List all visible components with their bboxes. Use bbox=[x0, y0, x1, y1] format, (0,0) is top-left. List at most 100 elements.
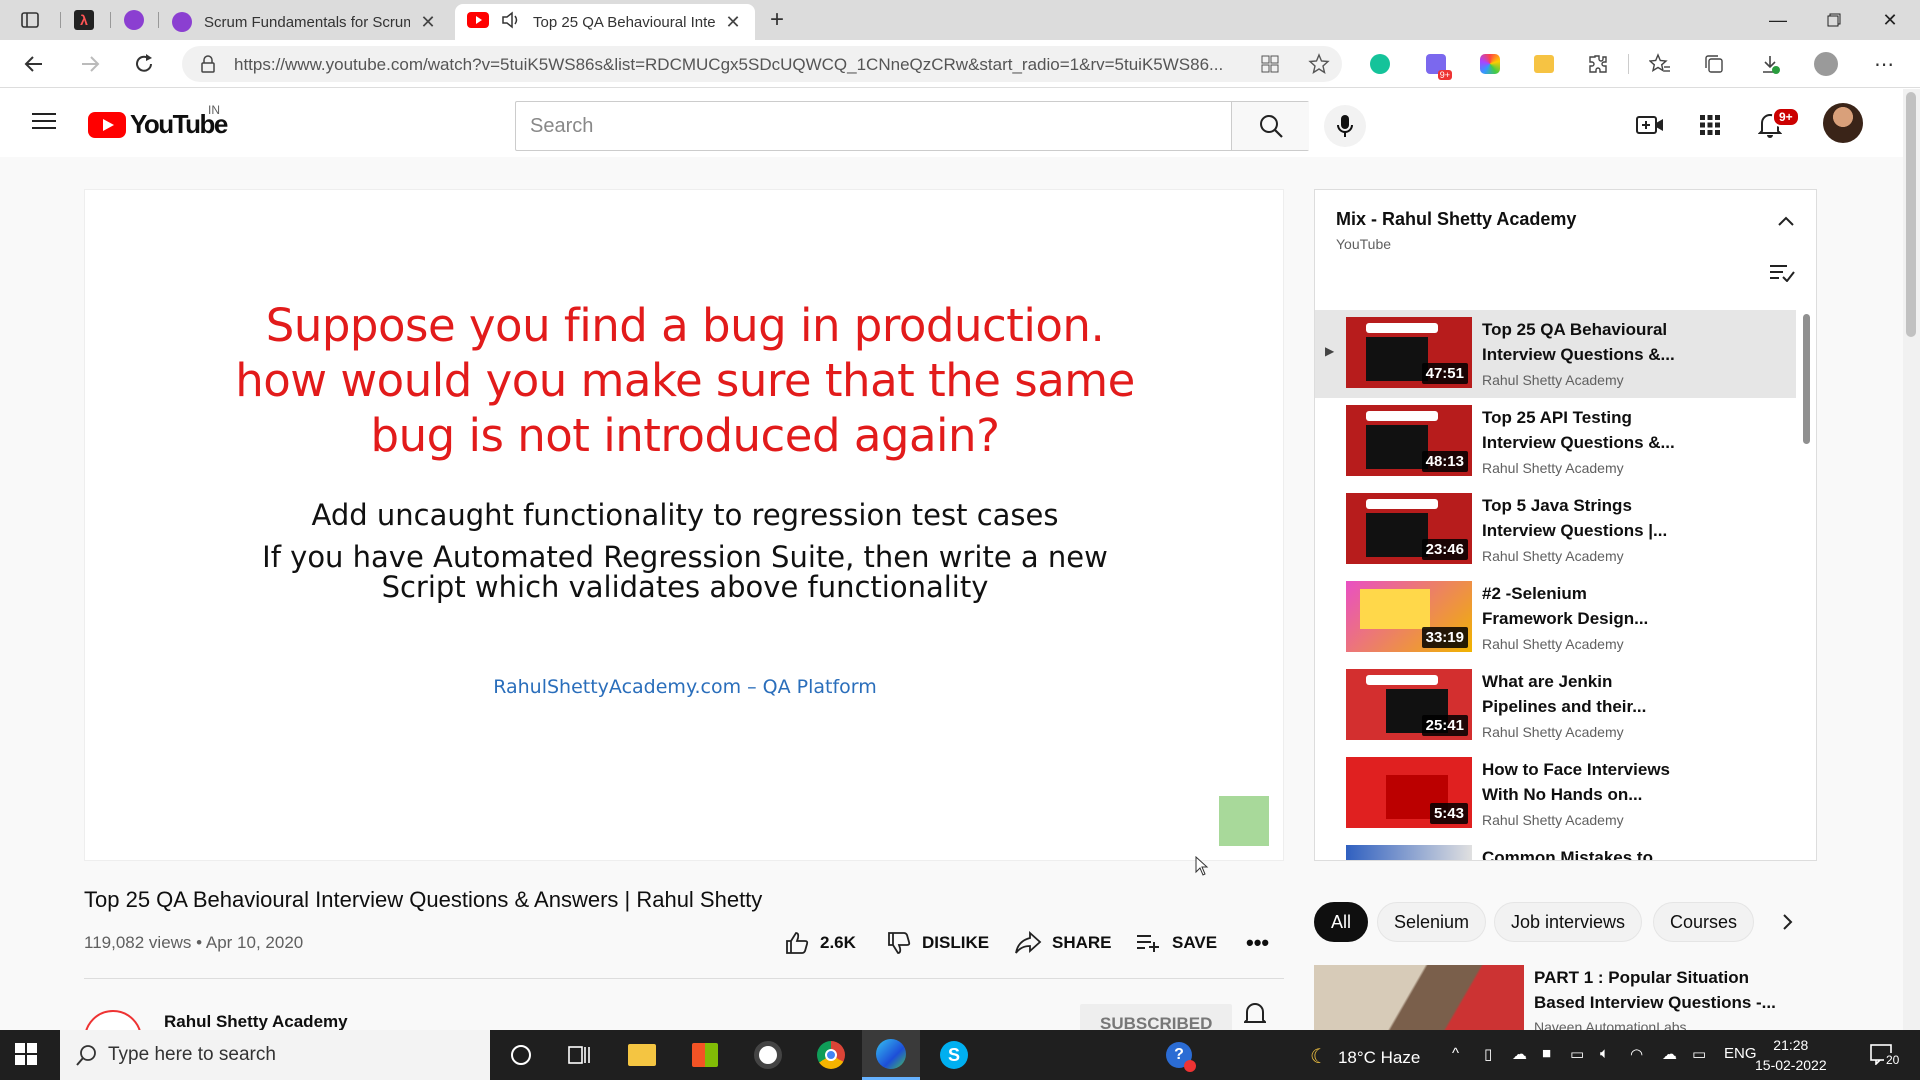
monitor-icon[interactable]: ▭ bbox=[1570, 1045, 1584, 1063]
video-title[interactable]: How to Face Interviews With No Hands on.… bbox=[1482, 757, 1682, 807]
color-picker-icon[interactable] bbox=[1478, 52, 1502, 76]
task-view-icon[interactable] bbox=[563, 1039, 595, 1071]
grammarly-icon[interactable] bbox=[1368, 52, 1392, 76]
account-avatar[interactable] bbox=[1823, 103, 1863, 143]
tab-youtube[interactable]: Top 25 QA Behavioural Inte ✕ bbox=[455, 4, 755, 40]
voice-search-button[interactable] bbox=[1324, 105, 1366, 147]
collections-icon[interactable] bbox=[1702, 52, 1726, 76]
file-explorer-icon[interactable] bbox=[626, 1039, 658, 1071]
video-thumbnail[interactable]: 48:13 bbox=[1346, 405, 1472, 476]
video-thumbnail[interactable]: 25:41 bbox=[1346, 669, 1472, 740]
video-thumbnail[interactable]: 5:43 bbox=[1346, 757, 1472, 828]
video-thumbnail[interactable] bbox=[1314, 965, 1524, 1030]
share-button[interactable]: SHARE bbox=[1014, 927, 1112, 959]
more-icon[interactable]: ⋯ bbox=[1872, 52, 1896, 76]
forward-button[interactable] bbox=[76, 50, 104, 78]
app-circle-icon[interactable] bbox=[752, 1039, 784, 1071]
playlist-title[interactable]: Mix - Rahul Shetty Academy bbox=[1336, 209, 1576, 230]
clock[interactable]: 21:28 15-02-2022 bbox=[1755, 1035, 1827, 1075]
downloads-icon[interactable] bbox=[1758, 52, 1782, 76]
video-player[interactable]: Suppose you find a bug in production. ho… bbox=[84, 189, 1284, 876]
youtube-logo[interactable]: YouTube IN bbox=[88, 103, 228, 140]
search-input[interactable] bbox=[516, 102, 1231, 150]
playlist-scrollbar[interactable] bbox=[1803, 314, 1810, 444]
channel-name[interactable]: Rahul Shetty Academy bbox=[164, 1012, 348, 1032]
chevron-right-icon[interactable] bbox=[1774, 908, 1802, 936]
video-title[interactable]: What are Jenkin Pipelines and their... bbox=[1482, 669, 1682, 719]
dislike-button[interactable]: DISLIKE bbox=[886, 927, 989, 959]
tab-actions-icon[interactable] bbox=[18, 8, 42, 32]
video-title[interactable]: PART 1 : Popular Situation Based Intervi… bbox=[1534, 965, 1794, 1015]
device-icon[interactable]: ▯ bbox=[1484, 1045, 1492, 1063]
battery-icon[interactable]: ▭ bbox=[1692, 1045, 1706, 1063]
recommended-video[interactable]: PART 1 : Popular Situation Based Intervi… bbox=[1314, 965, 1817, 1030]
video-thumbnail[interactable]: 33:19 bbox=[1346, 581, 1472, 652]
gift-icon[interactable]: ■ bbox=[1542, 1045, 1551, 1062]
language-indicator[interactable]: ENG bbox=[1724, 1045, 1757, 1062]
close-icon[interactable]: ✕ bbox=[418, 12, 438, 33]
onedrive-icon[interactable]: ☁ bbox=[1662, 1045, 1677, 1063]
chip-job-interviews[interactable]: Job interviews bbox=[1494, 902, 1643, 942]
taskbar-search[interactable]: Type here to search bbox=[60, 1030, 490, 1080]
refresh-button[interactable] bbox=[130, 50, 158, 78]
like-button[interactable]: 2.6K bbox=[784, 927, 856, 959]
playlist-item[interactable]: 5:43 How to Face Interviews With No Hand… bbox=[1315, 750, 1816, 838]
app-available-icon[interactable] bbox=[1260, 54, 1280, 79]
microsoft-store-icon[interactable] bbox=[689, 1039, 721, 1071]
video-title[interactable]: #2 -Selenium Framework Design... bbox=[1482, 581, 1682, 631]
favorites-icon[interactable] bbox=[1648, 52, 1672, 76]
video-thumbnail[interactable] bbox=[1346, 845, 1472, 860]
chrome-icon[interactable] bbox=[815, 1039, 847, 1071]
chip-courses[interactable]: Courses bbox=[1653, 902, 1755, 942]
pinned-tab-2[interactable] bbox=[122, 8, 146, 32]
speaker-icon[interactable]: 🔈︎ bbox=[1600, 1045, 1609, 1062]
playlist-item[interactable]: 33:19 #2 -Selenium Framework Design... R… bbox=[1315, 574, 1816, 662]
new-tab-button[interactable]: + bbox=[765, 6, 789, 33]
lock-icon[interactable] bbox=[200, 55, 216, 78]
more-actions-icon[interactable]: ••• bbox=[1246, 927, 1269, 959]
playlist-item[interactable]: 23:46 Top 5 Java Strings Interview Quest… bbox=[1315, 486, 1816, 574]
windows-start-icon[interactable] bbox=[14, 1042, 38, 1071]
close-icon[interactable]: ✕ bbox=[723, 12, 743, 33]
apps-button[interactable] bbox=[1696, 111, 1724, 139]
save-button[interactable]: SAVE bbox=[1136, 927, 1217, 959]
video-thumbnail[interactable]: 47:51 bbox=[1346, 317, 1472, 388]
bell-icon[interactable] bbox=[1242, 1002, 1268, 1031]
wifi-icon[interactable]: ◠ bbox=[1630, 1045, 1643, 1063]
subscribed-button[interactable]: SUBSCRIBED bbox=[1080, 1004, 1233, 1032]
video-thumbnail[interactable]: 23:46 bbox=[1346, 493, 1472, 564]
search-button[interactable] bbox=[1231, 102, 1309, 150]
notes-extension-icon[interactable] bbox=[1532, 52, 1556, 76]
chevron-up-icon[interactable] bbox=[1777, 214, 1795, 232]
playlist-item[interactable]: ▶ 47:51 Top 25 QA Behavioural Interview … bbox=[1315, 310, 1796, 398]
tab-scrum[interactable]: Scrum Fundamentals for Scrum M ✕ bbox=[160, 4, 450, 40]
pinned-tab-1[interactable]: λ bbox=[72, 8, 96, 32]
back-button[interactable] bbox=[20, 50, 48, 78]
maximize-button[interactable] bbox=[1812, 6, 1856, 34]
minimize-button[interactable]: — bbox=[1756, 6, 1800, 34]
cloud-icon[interactable]: ☁ bbox=[1512, 1045, 1527, 1063]
cortana-icon[interactable] bbox=[505, 1039, 537, 1071]
playlist-item[interactable]: 25:41 What are Jenkin Pipelines and thei… bbox=[1315, 662, 1816, 750]
chip-selenium[interactable]: Selenium bbox=[1377, 902, 1487, 942]
address-bar[interactable]: https://www.youtube.com/watch?v=5tuiK5WS… bbox=[182, 46, 1342, 82]
profile-icon[interactable] bbox=[1814, 52, 1838, 76]
chevron-up-icon[interactable]: ^ bbox=[1452, 1045, 1459, 1062]
help-icon[interactable]: ? bbox=[1163, 1039, 1196, 1072]
extensions-icon[interactable] bbox=[1586, 52, 1610, 76]
edge-icon[interactable] bbox=[862, 1030, 920, 1080]
action-center-icon[interactable]: 20 bbox=[1870, 1043, 1902, 1070]
weather-widget[interactable]: ☾ 18°C Haze bbox=[1310, 1044, 1420, 1069]
page-scrollbar-thumb[interactable] bbox=[1906, 92, 1916, 337]
speaker-icon[interactable] bbox=[501, 11, 523, 33]
playlist-options-icon[interactable] bbox=[1769, 262, 1795, 287]
chip-all[interactable]: All bbox=[1314, 902, 1369, 942]
menu-icon[interactable] bbox=[32, 111, 56, 136]
close-window-button[interactable]: ✕ bbox=[1868, 6, 1912, 34]
create-video-button[interactable] bbox=[1636, 111, 1664, 139]
video-title[interactable]: Top 25 QA Behavioural Interview Question… bbox=[1482, 317, 1682, 367]
video-title[interactable]: Top 5 Java Strings Interview Questions |… bbox=[1482, 493, 1682, 543]
channel-avatar[interactable] bbox=[84, 1010, 142, 1032]
extension-badge-icon[interactable]: 9+ bbox=[1424, 52, 1452, 80]
video-title[interactable]: Common Mistakes to bbox=[1482, 845, 1682, 860]
